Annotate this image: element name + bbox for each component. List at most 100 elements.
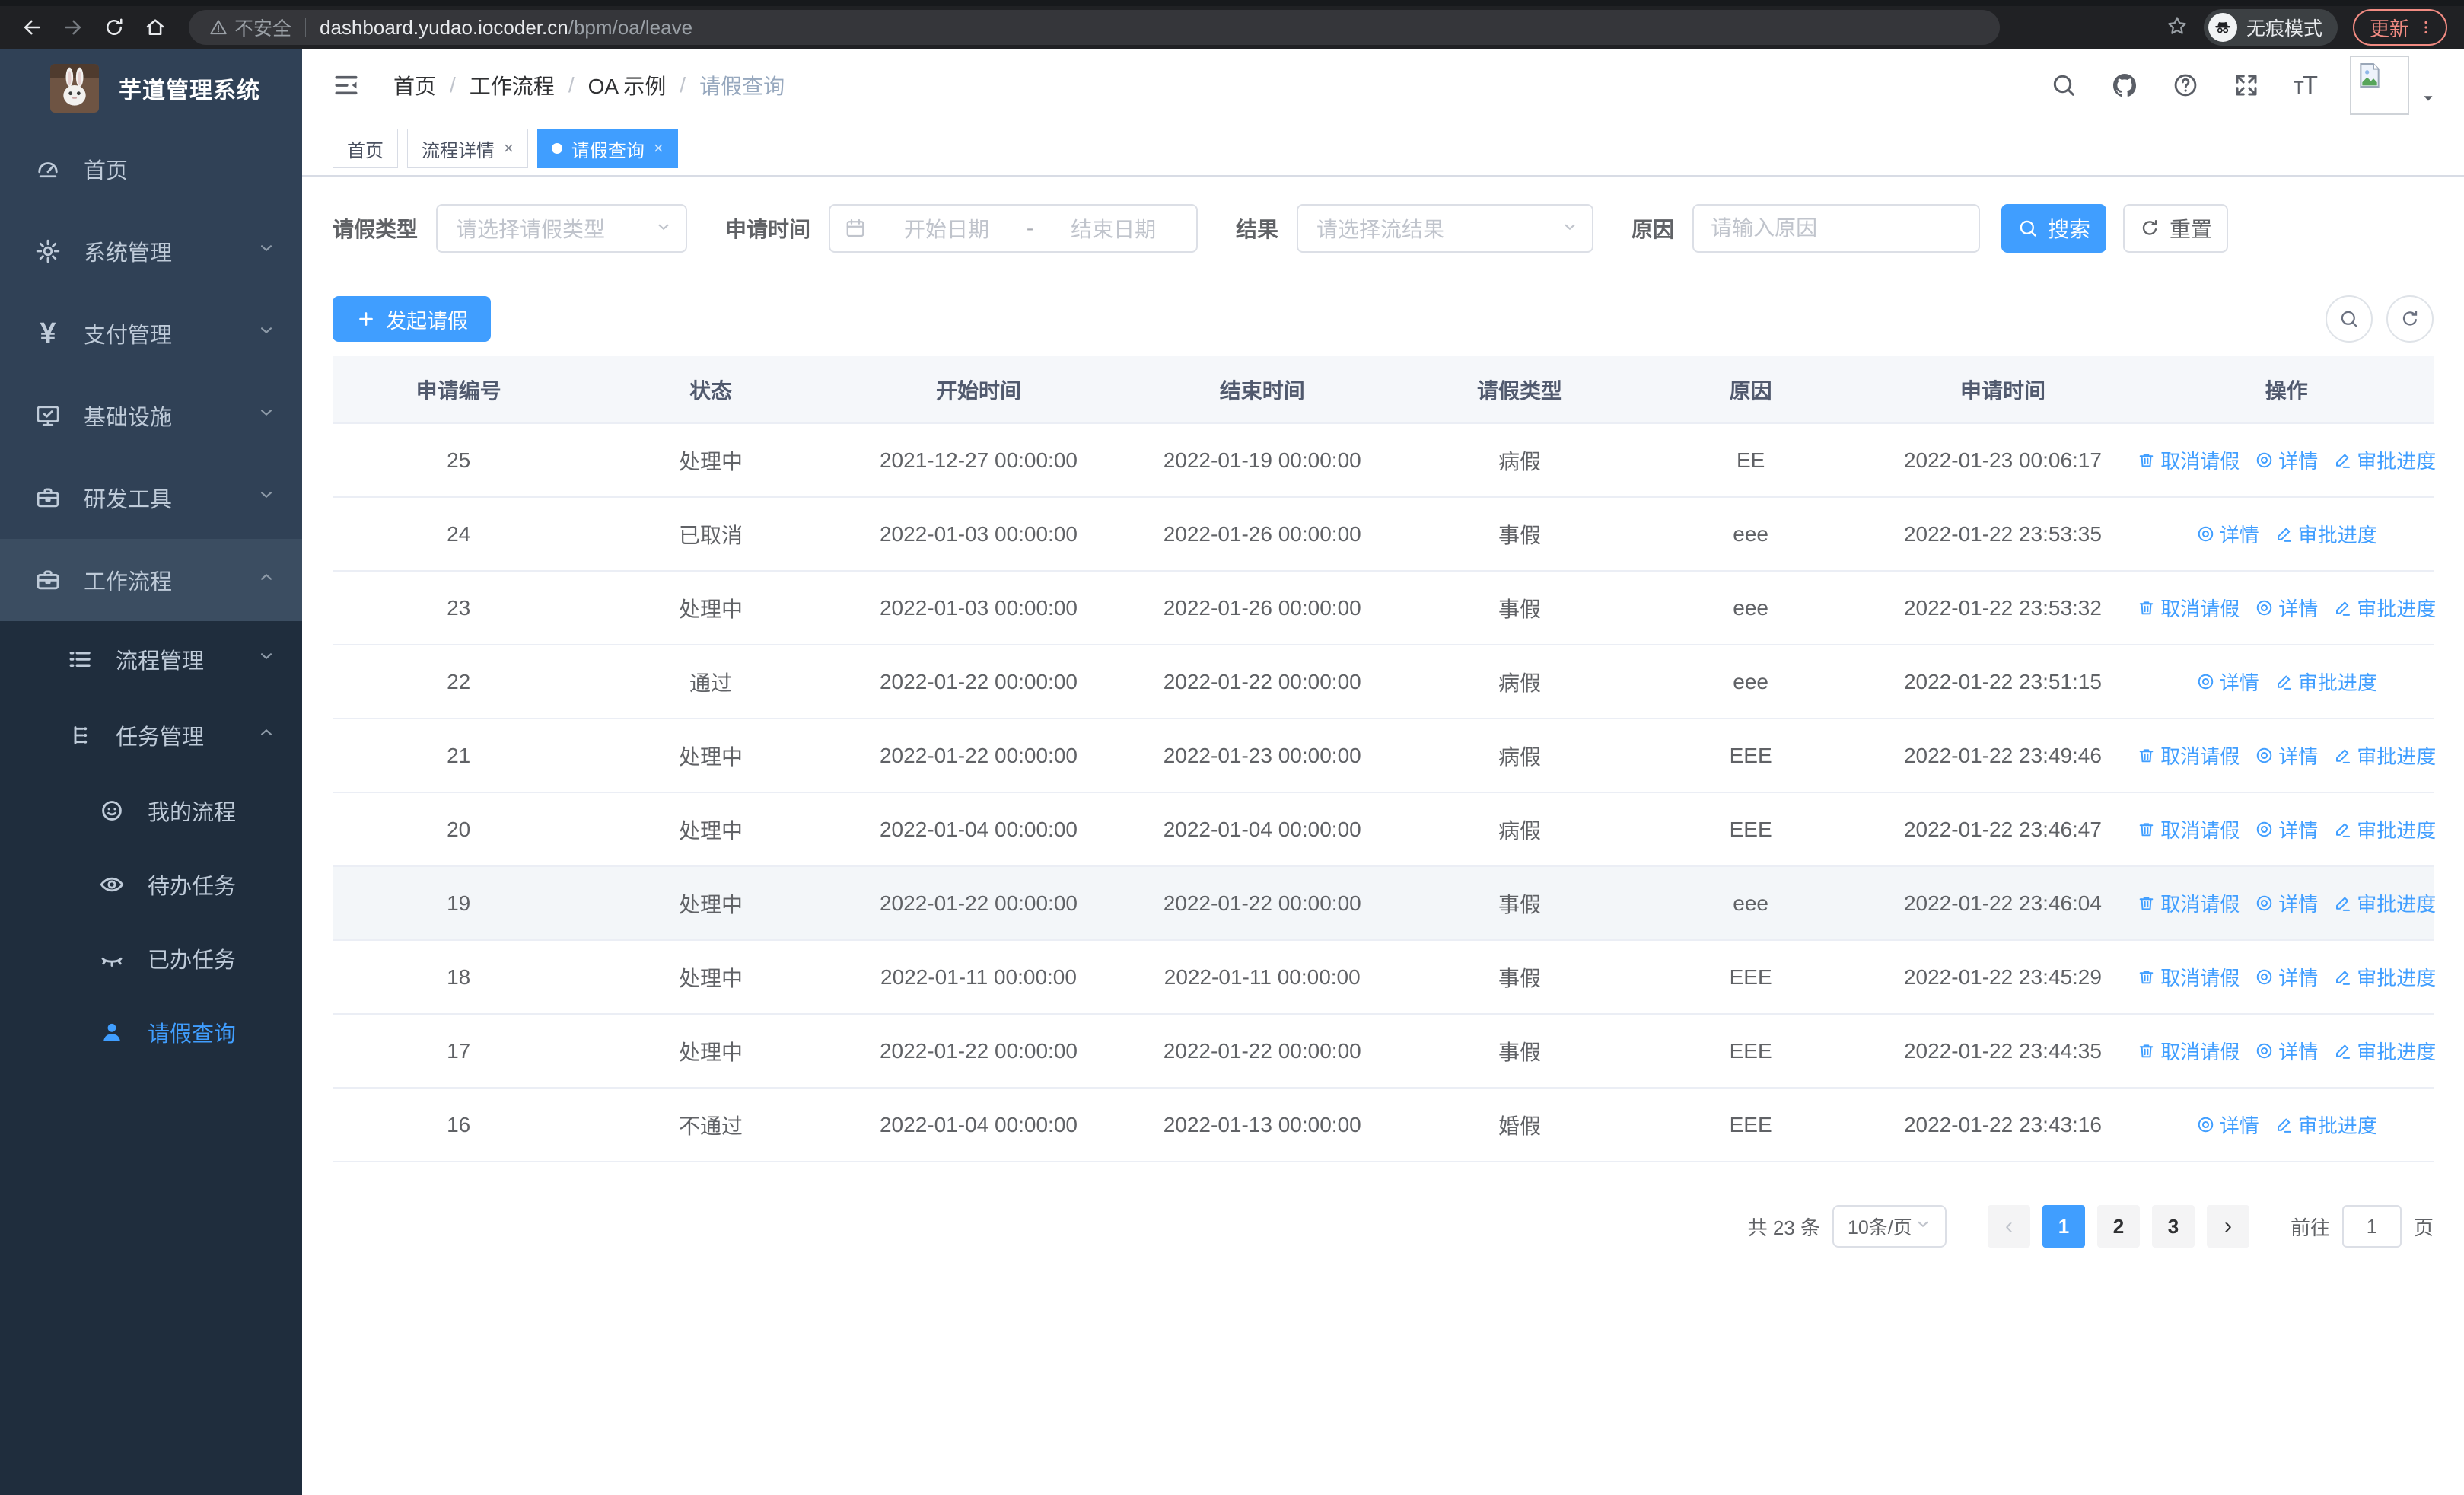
- breadcrumb-item[interactable]: 工作流程: [470, 70, 555, 100]
- cancel-leave-link[interactable]: 取消请假: [2137, 889, 2240, 917]
- cell-reason: eee: [1635, 571, 1867, 645]
- sidebar-item-workflow[interactable]: 工作流程: [0, 539, 302, 621]
- result-select[interactable]: 请选择流结果: [1297, 204, 1594, 253]
- goto-page-input[interactable]: [2341, 1205, 2402, 1248]
- refresh-table-button[interactable]: [2386, 295, 2434, 343]
- progress-link[interactable]: 审批进度: [2333, 1037, 2436, 1065]
- bookmark-star-icon[interactable]: [2166, 14, 2189, 41]
- action-label: 详情: [2278, 893, 2319, 916]
- progress-link[interactable]: 审批进度: [2275, 1111, 2377, 1139]
- detail-link[interactable]: 详情: [2255, 594, 2318, 622]
- cancel-leave-link[interactable]: 取消请假: [2137, 594, 2240, 622]
- back-icon[interactable]: [17, 12, 47, 43]
- sidebar-item-infrastructure[interactable]: 基础设施: [0, 375, 302, 457]
- progress-link[interactable]: 审批进度: [2333, 889, 2436, 917]
- progress-link[interactable]: 审批进度: [2275, 668, 2377, 696]
- detail-link[interactable]: 详情: [2255, 1037, 2318, 1065]
- reset-button[interactable]: 重置: [2123, 204, 2229, 253]
- cancel-leave-link[interactable]: 取消请假: [2137, 446, 2240, 474]
- avatar[interactable]: [2350, 56, 2409, 115]
- tab-leave-query[interactable]: 请假查询 ×: [536, 129, 678, 168]
- detail-link[interactable]: 详情: [2196, 520, 2259, 548]
- help-icon[interactable]: [2172, 72, 2199, 99]
- sidebar-collapse-icon[interactable]: [329, 69, 363, 102]
- page-size-select[interactable]: 10条/页: [1832, 1205, 1947, 1248]
- leave-type-select[interactable]: 请选择请假类型: [436, 204, 688, 253]
- fullscreen-icon[interactable]: [2233, 72, 2260, 99]
- search-icon[interactable]: [2050, 72, 2077, 99]
- page-button[interactable]: 3: [2151, 1205, 2195, 1248]
- detail-link[interactable]: 详情: [2196, 668, 2259, 696]
- sidebar-item-task-mgmt[interactable]: 任务管理: [0, 697, 302, 773]
- sidebar-item-home[interactable]: 首页: [0, 128, 302, 210]
- cancel-leave-link[interactable]: 取消请假: [2137, 963, 2240, 991]
- toggle-search-button[interactable]: [2326, 295, 2373, 343]
- chevron-down-icon: [1913, 1214, 1933, 1239]
- cancel-leave-link[interactable]: 取消请假: [2137, 1037, 2240, 1065]
- end-date-placeholder[interactable]: 结束日期: [1044, 213, 1183, 244]
- eye-icon: [100, 877, 124, 891]
- cancel-leave-link[interactable]: 取消请假: [2137, 741, 2240, 770]
- cancel-leave-link[interactable]: 取消请假: [2137, 815, 2240, 843]
- forward-icon[interactable]: [58, 12, 88, 43]
- start-date-placeholder[interactable]: 开始日期: [877, 213, 1016, 244]
- table-header-row: 申请编号 状态 开始时间 结束时间 请假类型 原因 申请时间 操作: [333, 356, 2434, 424]
- reload-icon[interactable]: [99, 12, 129, 43]
- sidebar-item-process-mgmt[interactable]: 流程管理: [0, 621, 302, 697]
- progress-link[interactable]: 审批进度: [2333, 594, 2436, 622]
- reason-field[interactable]: [1692, 204, 1981, 253]
- sidebar-item-dev-tools[interactable]: 研发工具: [0, 457, 302, 539]
- sidebar-item-payment-mgmt[interactable]: ¥ 支付管理: [0, 292, 302, 375]
- sidebar-item-my-process[interactable]: 我的流程: [0, 773, 302, 847]
- detail-link[interactable]: 详情: [2255, 446, 2318, 474]
- progress-link[interactable]: 审批进度: [2275, 520, 2377, 548]
- detail-link[interactable]: 详情: [2255, 815, 2318, 843]
- sidebar-item-done-tasks[interactable]: 已办任务: [0, 921, 302, 995]
- reason-input[interactable]: [1694, 216, 1979, 241]
- breadcrumb-item: 请假查询: [699, 75, 785, 98]
- briefcase-icon: [37, 570, 59, 590]
- sidebar-item-leave-query[interactable]: 请假查询: [0, 995, 302, 1069]
- create-leave-button[interactable]: 发起请假: [333, 296, 491, 342]
- apply-time-range-picker[interactable]: 开始日期 - 结束日期: [829, 204, 1199, 253]
- sidebar-item-system-mgmt[interactable]: 系统管理: [0, 210, 302, 292]
- sidebar-item-todo-tasks[interactable]: 待办任务: [0, 847, 302, 921]
- update-button[interactable]: 更新: [2352, 9, 2447, 46]
- home-icon[interactable]: [140, 12, 170, 43]
- progress-link[interactable]: 审批进度: [2333, 741, 2436, 770]
- tab-process-detail[interactable]: 流程详情 ×: [407, 129, 528, 168]
- search-icon: [2341, 311, 2357, 327]
- page-button[interactable]: 2: [2096, 1205, 2140, 1248]
- detail-link[interactable]: 详情: [2196, 1111, 2259, 1139]
- col-status: 状态: [584, 356, 837, 424]
- github-icon[interactable]: [2111, 72, 2138, 99]
- caret-down-icon[interactable]: [2420, 90, 2437, 115]
- chevron-down-icon: [256, 238, 276, 264]
- next-page-button[interactable]: ›: [2206, 1205, 2249, 1248]
- search-button[interactable]: 搜索: [2001, 204, 2107, 253]
- progress-link[interactable]: 审批进度: [2333, 446, 2436, 474]
- tab-label: 首页: [347, 140, 384, 161]
- close-icon[interactable]: ×: [654, 139, 664, 158]
- detail-link[interactable]: 详情: [2255, 741, 2318, 770]
- detail-link[interactable]: 详情: [2255, 963, 2318, 991]
- create-leave-label: 发起请假: [386, 309, 468, 333]
- prev-page-button[interactable]: ‹: [1987, 1205, 2030, 1248]
- tab-home[interactable]: 首页: [333, 129, 398, 168]
- url-bar[interactable]: 不安全 dashboard.yudao.iocoder.cn/bpm/oa/le…: [189, 10, 2000, 45]
- chevron-up-icon: [260, 729, 272, 735]
- chevron-down-icon: [256, 403, 276, 429]
- not-secure-badge[interactable]: 不安全: [209, 14, 291, 41]
- progress-link[interactable]: 审批进度: [2333, 815, 2436, 843]
- font-size-icon[interactable]: TT: [2294, 71, 2318, 100]
- close-icon[interactable]: ×: [504, 139, 514, 158]
- logo-row[interactable]: 芋道管理系统: [0, 49, 302, 128]
- progress-link[interactable]: 审批进度: [2333, 963, 2436, 991]
- breadcrumb-item[interactable]: OA 示例: [588, 70, 667, 100]
- detail-link[interactable]: 详情: [2255, 889, 2318, 917]
- sidebar-item-label: 请假查询: [148, 1022, 237, 1047]
- page-button[interactable]: 1: [2042, 1205, 2085, 1248]
- breadcrumb-item[interactable]: 首页: [393, 70, 436, 100]
- cell-start: 2022-01-03 00:00:00: [836, 497, 1121, 572]
- cell-type: 病假: [1404, 719, 1635, 793]
